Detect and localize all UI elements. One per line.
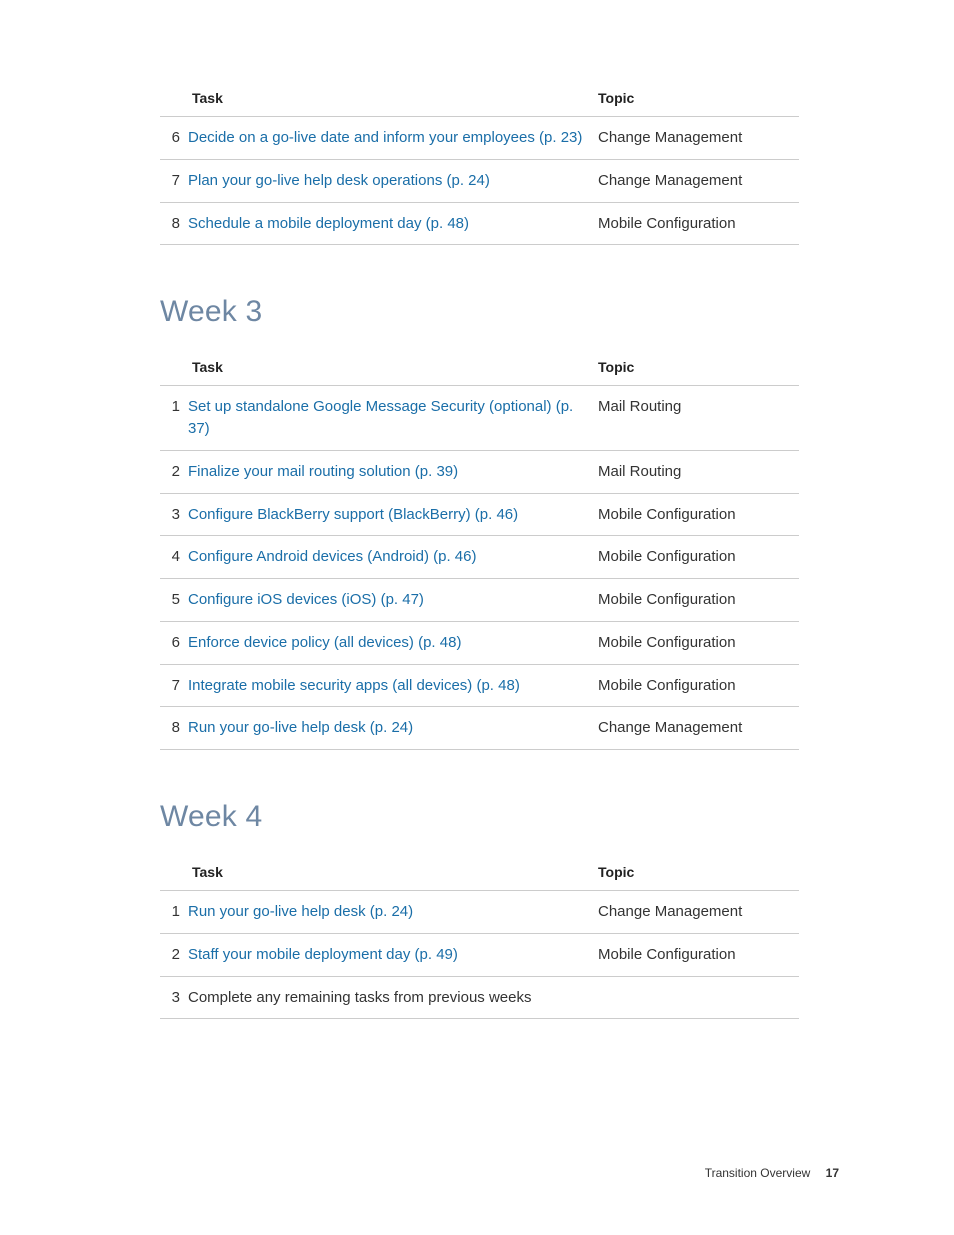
task-link[interactable]: Run your go-live help desk (p. 24) <box>188 903 413 920</box>
col-header-topic: Topic <box>598 349 799 386</box>
row-task: Run your go-live help desk (p. 24) <box>188 891 598 934</box>
table-row: 3Configure BlackBerry support (BlackBerr… <box>160 493 799 536</box>
row-topic: Mobile Configuration <box>598 493 799 536</box>
row-task: Integrate mobile security apps (all devi… <box>188 664 598 707</box>
row-number: 3 <box>160 976 188 1019</box>
task-text: Complete any remaining tasks from previo… <box>188 989 531 1006</box>
row-task: Set up standalone Google Message Securit… <box>188 386 598 451</box>
task-link[interactable]: Schedule a mobile deployment day (p. 48) <box>188 215 469 232</box>
task-table-week4: Task Topic 1Run your go-live help desk (… <box>160 854 799 1019</box>
table-row: 8Schedule a mobile deployment day (p. 48… <box>160 202 799 245</box>
col-header-task: Task <box>188 854 598 891</box>
table-row: 5Configure iOS devices (iOS) (p. 47) Mobi… <box>160 579 799 622</box>
row-topic: Mail Routing <box>598 386 799 451</box>
row-number: 5 <box>160 579 188 622</box>
row-topic <box>598 976 799 1019</box>
col-header-task: Task <box>188 80 598 117</box>
row-number: 6 <box>160 117 188 160</box>
task-link[interactable]: Staff your mobile deployment day (p. 49) <box>188 946 458 963</box>
task-link[interactable]: Plan your go-live help desk operations (… <box>188 172 490 189</box>
row-task: Schedule a mobile deployment day (p. 48) <box>188 202 598 245</box>
row-number: 1 <box>160 891 188 934</box>
col-header-topic: Topic <box>598 854 799 891</box>
table-row: 3Complete any remaining tasks from previ… <box>160 976 799 1019</box>
row-number: 3 <box>160 493 188 536</box>
table-row: 6Enforce device policy (all devices) (p.… <box>160 621 799 664</box>
heading-week3: Week 3 <box>160 295 799 329</box>
task-link[interactable]: Configure Android devices (Android) (p. … <box>188 548 477 565</box>
footer-page-number: 17 <box>826 1166 839 1180</box>
row-topic: Change Management <box>598 159 799 202</box>
row-topic: Mobile Configuration <box>598 933 799 976</box>
row-number: 2 <box>160 933 188 976</box>
table-row: 1Set up standalone Google Message Securi… <box>160 386 799 451</box>
task-link[interactable]: Configure iOS devices (iOS) (p. 47) <box>188 591 424 608</box>
row-number: 1 <box>160 386 188 451</box>
row-number: 2 <box>160 450 188 493</box>
table-row: 7Integrate mobile security apps (all dev… <box>160 664 799 707</box>
heading-week4: Week 4 <box>160 800 799 834</box>
row-task: Run your go-live help desk (p. 24) <box>188 707 598 750</box>
task-link[interactable]: Finalize your mail routing solution (p. … <box>188 463 458 480</box>
row-topic: Change Management <box>598 891 799 934</box>
task-link[interactable]: Enforce device policy (all devices) (p. … <box>188 634 461 651</box>
row-task: Finalize your mail routing solution (p. … <box>188 450 598 493</box>
row-topic: Mail Routing <box>598 450 799 493</box>
table-row: 2Staff your mobile deployment day (p. 49… <box>160 933 799 976</box>
row-number: 4 <box>160 536 188 579</box>
table-row: 1Run your go-live help desk (p. 24) Chang… <box>160 891 799 934</box>
row-topic: Mobile Configuration <box>598 621 799 664</box>
row-topic: Mobile Configuration <box>598 202 799 245</box>
row-number: 8 <box>160 707 188 750</box>
row-task: Decide on a go-live date and inform your… <box>188 117 598 160</box>
table-row: 2Finalize your mail routing solution (p.… <box>160 450 799 493</box>
row-task: Enforce device policy (all devices) (p. … <box>188 621 598 664</box>
row-number: 6 <box>160 621 188 664</box>
row-task: Complete any remaining tasks from previo… <box>188 976 598 1019</box>
task-link[interactable]: Configure BlackBerry support (BlackBerry… <box>188 506 518 523</box>
col-spacer <box>160 80 188 117</box>
task-link[interactable]: Set up standalone Google Message Securit… <box>188 398 573 437</box>
row-topic: Mobile Configuration <box>598 536 799 579</box>
table-row: 8Run your go-live help desk (p. 24) Chang… <box>160 707 799 750</box>
table-row: 7Plan your go-live help desk operations … <box>160 159 799 202</box>
task-link[interactable]: Run your go-live help desk (p. 24) <box>188 719 413 736</box>
row-topic: Change Management <box>598 707 799 750</box>
row-number: 7 <box>160 159 188 202</box>
col-header-topic: Topic <box>598 80 799 117</box>
row-number: 7 <box>160 664 188 707</box>
task-link[interactable]: Integrate mobile security apps (all devi… <box>188 677 520 694</box>
row-topic: Mobile Configuration <box>598 664 799 707</box>
table-row: 6Decide on a go-live date and inform you… <box>160 117 799 160</box>
table-row: 4Configure Android devices (Android) (p.… <box>160 536 799 579</box>
row-topic: Change Management <box>598 117 799 160</box>
row-task: Configure Android devices (Android) (p. … <box>188 536 598 579</box>
task-table-top: Task Topic 6Decide on a go-live date and… <box>160 80 799 245</box>
row-task: Configure iOS devices (iOS) (p. 47) <box>188 579 598 622</box>
row-task: Configure BlackBerry support (BlackBerry… <box>188 493 598 536</box>
task-table-week3: Task Topic 1Set up standalone Google Mes… <box>160 349 799 750</box>
col-header-task: Task <box>188 349 598 386</box>
row-topic: Mobile Configuration <box>598 579 799 622</box>
footer-section: Transition Overview <box>705 1166 811 1180</box>
page-footer: Transition Overview 17 <box>705 1166 839 1180</box>
row-task: Staff your mobile deployment day (p. 49) <box>188 933 598 976</box>
col-spacer <box>160 854 188 891</box>
col-spacer <box>160 349 188 386</box>
row-task: Plan your go-live help desk operations (… <box>188 159 598 202</box>
row-number: 8 <box>160 202 188 245</box>
task-link[interactable]: Decide on a go-live date and inform your… <box>188 129 582 146</box>
